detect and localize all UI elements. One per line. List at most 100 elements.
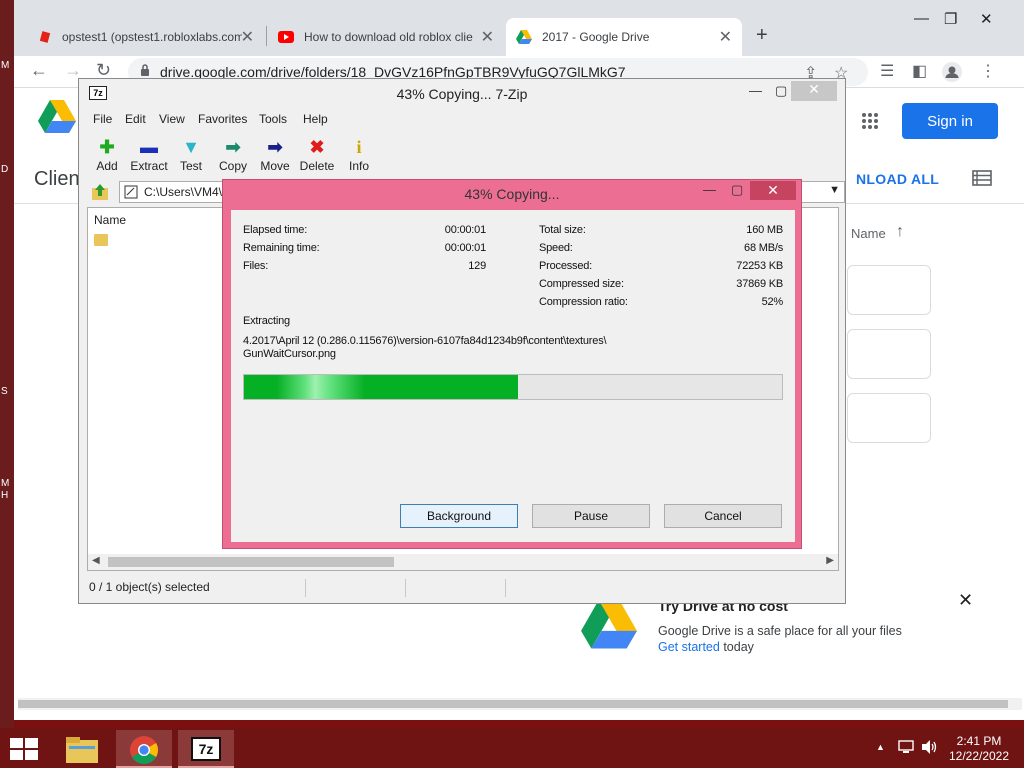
tool-label: Info [348, 159, 369, 173]
maximize-button[interactable]: ▢ [775, 83, 787, 99]
current-file-name: GunWaitCursor.png [243, 348, 336, 360]
folder-icon[interactable] [94, 234, 108, 246]
copy-progress-dialog: 43% Copying... — ▢ ✕ Elapsed time: 00:00… [222, 179, 802, 549]
tool-label: Add [96, 159, 118, 173]
elapsed-value: 00:00:01 [444, 224, 486, 236]
download-all-button[interactable]: NLOAD ALL [856, 171, 939, 187]
extract-button[interactable]: ▬ Extract [127, 135, 171, 173]
chrome-taskbar-button[interactable] [116, 730, 172, 768]
info-icon: i [356, 137, 362, 157]
info-button[interactable]: i Info [337, 135, 381, 173]
delete-button[interactable]: ✖ Delete [295, 135, 339, 173]
sevenzip-titlebar: 7z 43% Copying... 7-Zip — ▢ ✕ [79, 79, 845, 109]
menu-tools[interactable]: Tools [259, 112, 287, 126]
menu-file[interactable]: File [93, 112, 112, 126]
remaining-label: Remaining time: [243, 242, 320, 254]
test-button[interactable]: ▼ Test [169, 135, 213, 173]
google-apps-icon[interactable] [861, 112, 879, 130]
menu-help[interactable]: Help [303, 112, 328, 126]
files-value: 129 [468, 260, 486, 272]
desktop-edge: M D S M H [0, 0, 14, 730]
up-folder-icon[interactable] [91, 183, 109, 201]
system-clock[interactable]: 2:41 PM 12/22/2022 [944, 734, 1014, 764]
progress-bar [243, 374, 783, 400]
google-drive-logo[interactable] [38, 100, 76, 134]
selection-status: 0 / 1 object(s) selected [89, 580, 210, 594]
compression-ratio-label: Compression ratio: [539, 296, 628, 308]
move-icon: ➡ [267, 137, 283, 157]
folder-path-icon [124, 185, 138, 199]
promo-text-rest: today [719, 640, 754, 654]
menu-edit[interactable]: Edit [125, 112, 146, 126]
file-explorer-icon [66, 737, 98, 763]
sevenzip-taskbar-button[interactable]: 7z [178, 730, 234, 768]
close-tab-icon[interactable]: ✕ [241, 27, 254, 47]
name-column-header[interactable]: Name [94, 213, 126, 227]
close-button[interactable]: ✕ [750, 181, 796, 200]
cancel-button[interactable]: Cancel [664, 504, 782, 528]
file-card[interactable] [847, 329, 931, 379]
sort-arrow-up-icon[interactable]: ↑ [896, 223, 904, 241]
tool-label: Test [179, 159, 202, 173]
promo-text: Get started today [658, 640, 754, 654]
close-tab-icon[interactable]: ✕ [719, 27, 732, 47]
desktop-label: H [1, 490, 9, 501]
sevenzip-icon: 7z [191, 737, 221, 761]
tray-chevron-icon[interactable]: ▲ [876, 742, 885, 752]
background-button[interactable]: Background [400, 504, 518, 528]
add-button[interactable]: ✚ Add [85, 135, 129, 173]
compressed-size-value: 37869 KB [736, 278, 783, 290]
network-icon[interactable] [898, 739, 914, 755]
restore-button[interactable]: ❐ [944, 10, 957, 28]
maximize-button[interactable]: ▢ [731, 182, 743, 198]
file-card[interactable] [847, 265, 931, 315]
menu-view[interactable]: View [159, 112, 185, 126]
google-drive-icon [516, 30, 532, 44]
close-promo-icon[interactable]: ✕ [958, 590, 973, 611]
back-icon[interactable]: ← [30, 60, 48, 81]
list-view-icon[interactable] [972, 170, 992, 186]
pause-button[interactable]: Pause [532, 504, 650, 528]
lock-icon [141, 64, 149, 76]
reading-list-icon[interactable]: ☰ [880, 61, 894, 81]
status-divider [305, 579, 306, 597]
close-button[interactable]: ✕ [791, 81, 837, 101]
youtube-icon [278, 31, 294, 43]
scroll-right-icon[interactable]: ▶ [826, 555, 834, 566]
get-started-link[interactable]: Get started [658, 640, 720, 654]
tab-youtube[interactable]: How to download old roblox clie ✕ [268, 18, 504, 56]
side-panel-icon[interactable]: ◧ [912, 61, 927, 81]
new-tab-button[interactable]: + [756, 24, 768, 47]
menu-favorites[interactable]: Favorites [198, 112, 247, 126]
tab-google-drive[interactable]: 2017 - Google Drive ✕ [506, 18, 742, 56]
file-card[interactable] [847, 393, 931, 443]
remaining-value: 00:00:01 [444, 242, 486, 254]
desktop-label: M [1, 478, 10, 489]
volume-icon[interactable] [920, 739, 938, 755]
scroll-left-icon[interactable]: ◀ [92, 555, 100, 566]
name-sort-header[interactable]: Name [851, 226, 886, 241]
minimize-button[interactable]: — [914, 10, 929, 27]
horizontal-scrollbar[interactable]: ◀ ▶ [88, 554, 838, 570]
horizontal-scrollbar[interactable] [18, 698, 1022, 710]
tab-title: 2017 - Google Drive [542, 30, 650, 44]
sign-in-button[interactable]: Sign in [902, 103, 998, 139]
close-window-button[interactable]: ✕ [980, 10, 993, 28]
windows-start-icon[interactable] [10, 738, 38, 760]
compression-ratio-value: 52% [761, 296, 784, 308]
tab-opstest[interactable]: opstest1 (opstest1.robloxlabs.com ✕ [28, 18, 264, 56]
chevron-down-icon[interactable]: ▼ [829, 184, 840, 196]
roblox-icon [39, 31, 51, 43]
profile-avatar-icon[interactable] [942, 62, 962, 82]
taskbar: 7z ▲ 2:41 PM 12/22/2022 [0, 728, 1024, 768]
copy-button[interactable]: ➡ Copy [211, 135, 255, 173]
minimize-button[interactable]: — [749, 83, 762, 98]
file-explorer-taskbar-button[interactable] [54, 730, 110, 768]
scrollbar-thumb[interactable] [108, 557, 394, 567]
close-tab-icon[interactable]: ✕ [481, 27, 494, 47]
menu-kebab-icon[interactable]: ⋮ [980, 61, 996, 81]
scrollbar-thumb[interactable] [18, 700, 1008, 708]
move-button[interactable]: ➡ Move [253, 135, 297, 173]
minimize-button[interactable]: — [703, 182, 716, 197]
clock-date: 12/22/2022 [948, 749, 1010, 763]
